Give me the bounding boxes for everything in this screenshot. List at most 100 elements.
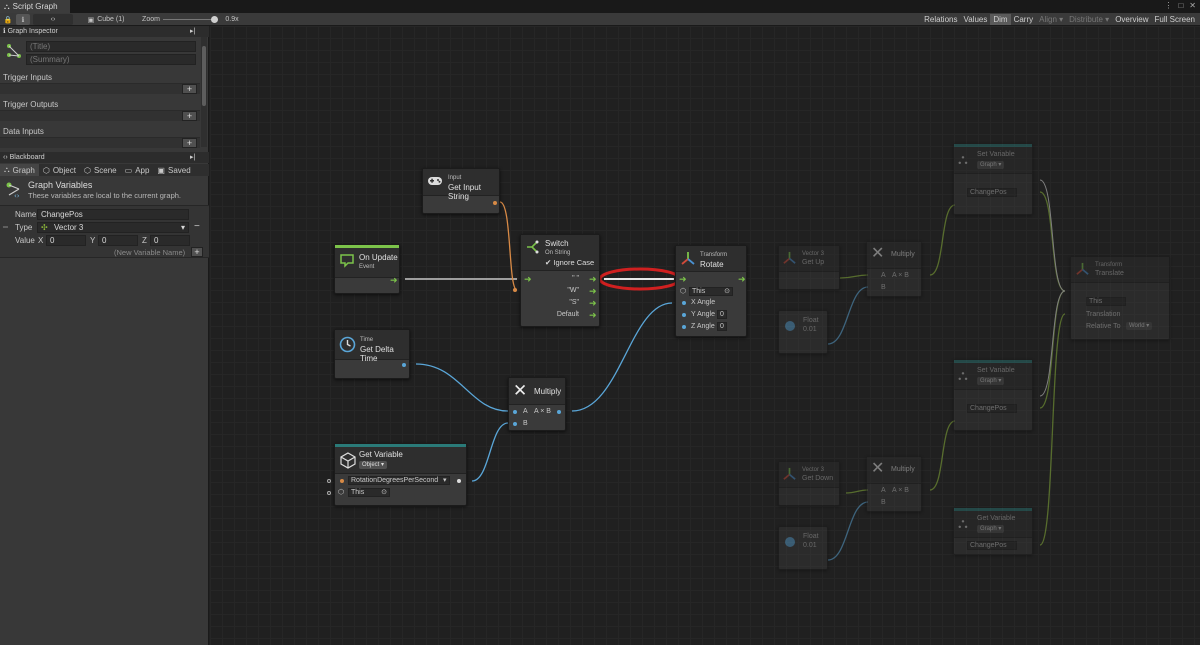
window-tab[interactable]: ⛬ Script Graph [0,0,70,13]
node-vector3-get-up[interactable]: Vector 3 Get Up [778,245,840,290]
chevron-down-icon[interactable]: ▾ [443,476,447,484]
variable-name-field[interactable]: ChangePos [37,209,189,220]
variable-type-dropdown[interactable]: ✣ Vector 3 ▾ [37,222,189,233]
variable-name-field[interactable]: RotationDegreesPerSecond [348,476,450,485]
node-set-variable-mid[interactable]: ⛬ Set Variable Graph ▾ ChangePos [953,359,1033,431]
dim-button[interactable]: Dim [990,14,1011,25]
case-w-out-port[interactable]: ➜ [589,286,597,297]
blackboard-icon: ‹› [3,154,8,161]
graph-summary-field[interactable]: (Summary) [26,54,196,65]
dock-icon[interactable]: ▸| [190,152,195,163]
node-header: Get Variable Object ▾ [335,447,466,474]
node-header: ✕ Multiply [867,457,921,484]
target-field[interactable]: This ⊙ [348,488,390,497]
node-get-input-string[interactable]: Input Get Input String [422,168,500,214]
node-transform-rotate[interactable]: Transform Rotate ➜ ➜ ⬡ This ⊙ X Angle Y … [675,245,747,337]
string-in-port[interactable] [513,288,517,292]
add-trigger-input-button[interactable]: + [182,84,197,94]
ignore-case-toggle[interactable]: ✔ Ignore Case [545,258,594,267]
remove-variable-button[interactable]: − [194,221,200,232]
x-angle-label: X Angle [691,299,716,306]
variable-scope-dropdown[interactable]: Graph ▾ [977,525,1005,533]
node-multiply-up[interactable]: ✕ Multiply A A × B B [866,241,922,297]
value-out-port[interactable] [457,479,461,483]
graph-title-field[interactable]: (Title) [26,41,196,52]
zoom-slider-track[interactable] [163,19,218,20]
tab-scene[interactable]: ⬡ Scene [80,164,121,176]
relative-to-dropdown[interactable]: World ▾ [1126,322,1153,330]
drag-handle-icon[interactable]: ═ [3,224,8,231]
flow-in-port[interactable]: ➜ [679,274,687,285]
node-get-variable-main[interactable]: Get Variable Object ▾ RotationDegreesPer… [327,443,467,506]
a-in-port[interactable] [513,410,517,414]
name-in-port[interactable] [327,479,331,483]
tab-graph[interactable]: ⛬ Graph [0,164,39,176]
y-angle-value[interactable]: 0 [717,310,727,319]
case-empty-out-port[interactable]: ➜ [589,274,597,285]
y-angle-in-port[interactable] [682,313,686,317]
x-angle-in-port[interactable] [682,301,686,305]
blackboard-toggle-icon[interactable]: ‹› [33,14,73,25]
carry-button[interactable]: Carry [1011,14,1037,25]
svg-text:‹›: ‹› [14,192,20,199]
node-on-update[interactable]: On Update Event ➜ [334,244,400,294]
variable-scope-dropdown[interactable]: Object ▾ [359,461,388,469]
variable-name-field[interactable]: ChangePos [967,188,1017,197]
add-data-input-button[interactable]: + [182,138,197,148]
align-dropdown[interactable]: Align ▾ [1036,14,1066,25]
value-y-field[interactable]: 0 [98,235,138,246]
variable-name-field[interactable]: ChangePos [967,404,1017,413]
full-screen-button[interactable]: Full Screen [1152,14,1198,25]
object-selector[interactable]: ▣ Cube (1) [86,14,126,25]
relations-button[interactable]: Relations [921,14,960,25]
this-target-field[interactable]: This ⊙ [689,287,733,296]
node-multiply-down[interactable]: ✕ Multiply A A × B B [866,456,922,512]
node-get-variable-bottom[interactable]: ⛬ Get Variable Graph ▾ ChangePos [953,507,1033,555]
info-icon[interactable]: ℹ [16,14,30,25]
add-variable-button[interactable]: + [191,247,203,257]
new-variable-name-field[interactable]: (New Variable Name) [114,248,185,257]
maximize-icon[interactable]: □ [1178,1,1183,10]
node-float-down[interactable]: Float 0.01 [778,526,828,570]
case-s-out-port[interactable]: ➜ [589,298,597,309]
flow-out-port[interactable]: ➜ [738,274,746,285]
string-out-port[interactable] [493,201,497,205]
values-button[interactable]: Values [960,14,990,25]
variable-name-field[interactable]: ChangePos [967,541,1017,550]
close-icon[interactable]: ✕ [1189,1,1196,10]
node-set-variable-top[interactable]: ⛬ Set Variable Graph ▾ ChangePos [953,143,1033,215]
case-default-out-port[interactable]: ➜ [589,310,597,321]
value-x-field[interactable]: 0 [46,235,86,246]
flow-in-port[interactable]: ➜ [524,274,532,285]
node-transform-translate[interactable]: Transform Translate This Translation Rel… [1070,256,1170,340]
tab-saved[interactable]: ▣ Saved [153,164,194,176]
node-switch[interactable]: Switch On String ✔ Ignore Case ➜ " " "W"… [513,234,600,327]
node-vector3-get-down[interactable]: Vector 3 Get Down [778,461,840,506]
node-get-delta-time[interactable]: Time Get Delta Time [334,329,410,379]
z-angle-in-port[interactable] [682,325,686,329]
add-trigger-output-button[interactable]: + [182,111,197,121]
node-multiply-main[interactable]: ✕ Multiply A A × B B [508,377,566,431]
overview-button[interactable]: Overview [1112,14,1151,25]
product-out-port[interactable] [557,410,561,414]
zoom-slider-handle[interactable] [211,16,218,23]
b-in-port[interactable] [513,422,517,426]
target-in-port[interactable] [327,491,331,495]
inspector-scroll-thumb[interactable] [202,46,206,106]
menu-icon[interactable]: ⋮ [1164,1,1172,10]
tab-app[interactable]: ▭ App [121,164,154,176]
flow-out-port[interactable]: ➜ [390,275,398,286]
node-float-up[interactable]: Float 0.01 [778,310,828,354]
float-value[interactable]: 0.01 [803,326,817,333]
value-z-field[interactable]: 0 [150,235,190,246]
variable-scope-dropdown[interactable]: Graph ▾ [977,161,1005,169]
float-out-port[interactable] [402,363,406,367]
this-target-field[interactable]: This [1086,297,1126,306]
tab-object[interactable]: ⬡ Object [39,164,80,176]
lock-icon[interactable]: 🔒 [3,14,13,25]
float-value[interactable]: 0.01 [803,542,817,549]
z-angle-value[interactable]: 0 [717,322,727,331]
dock-icon[interactable]: ▸| [190,26,195,37]
distribute-dropdown[interactable]: Distribute ▾ [1066,14,1112,25]
variable-scope-dropdown[interactable]: Graph ▾ [977,377,1005,385]
